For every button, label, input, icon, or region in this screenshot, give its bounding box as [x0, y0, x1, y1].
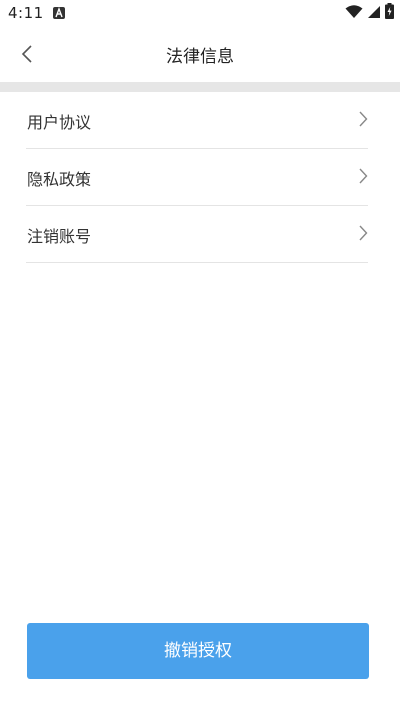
battery-charging-icon [385, 3, 394, 23]
title-bar: 法律信息 [0, 26, 400, 82]
cellular-signal-icon [367, 4, 381, 23]
chevron-right-icon [358, 168, 368, 184]
menu-item-delete-account[interactable]: 注销账号 [26, 206, 368, 263]
revoke-authorization-button[interactable]: 撤销授权 [27, 623, 369, 679]
menu-item-user-agreement[interactable]: 用户协议 [26, 92, 368, 149]
status-time: 4:11 [8, 4, 44, 22]
menu-item-label: 用户协议 [27, 113, 92, 132]
chevron-right-icon [358, 225, 368, 241]
wifi-icon [345, 4, 363, 23]
notification-a-icon [53, 7, 65, 19]
page-title: 法律信息 [166, 47, 234, 67]
section-divider [0, 82, 400, 92]
menu-item-label: 隐私政策 [27, 170, 92, 189]
menu-item-label: 注销账号 [27, 227, 92, 246]
status-icons [345, 3, 394, 23]
menu-item-privacy-policy[interactable]: 隐私政策 [26, 149, 368, 206]
legal-menu-list: 用户协议 隐私政策 注销账号 [0, 92, 400, 263]
chevron-right-icon [358, 111, 368, 127]
status-bar: 4:11 [0, 0, 400, 26]
